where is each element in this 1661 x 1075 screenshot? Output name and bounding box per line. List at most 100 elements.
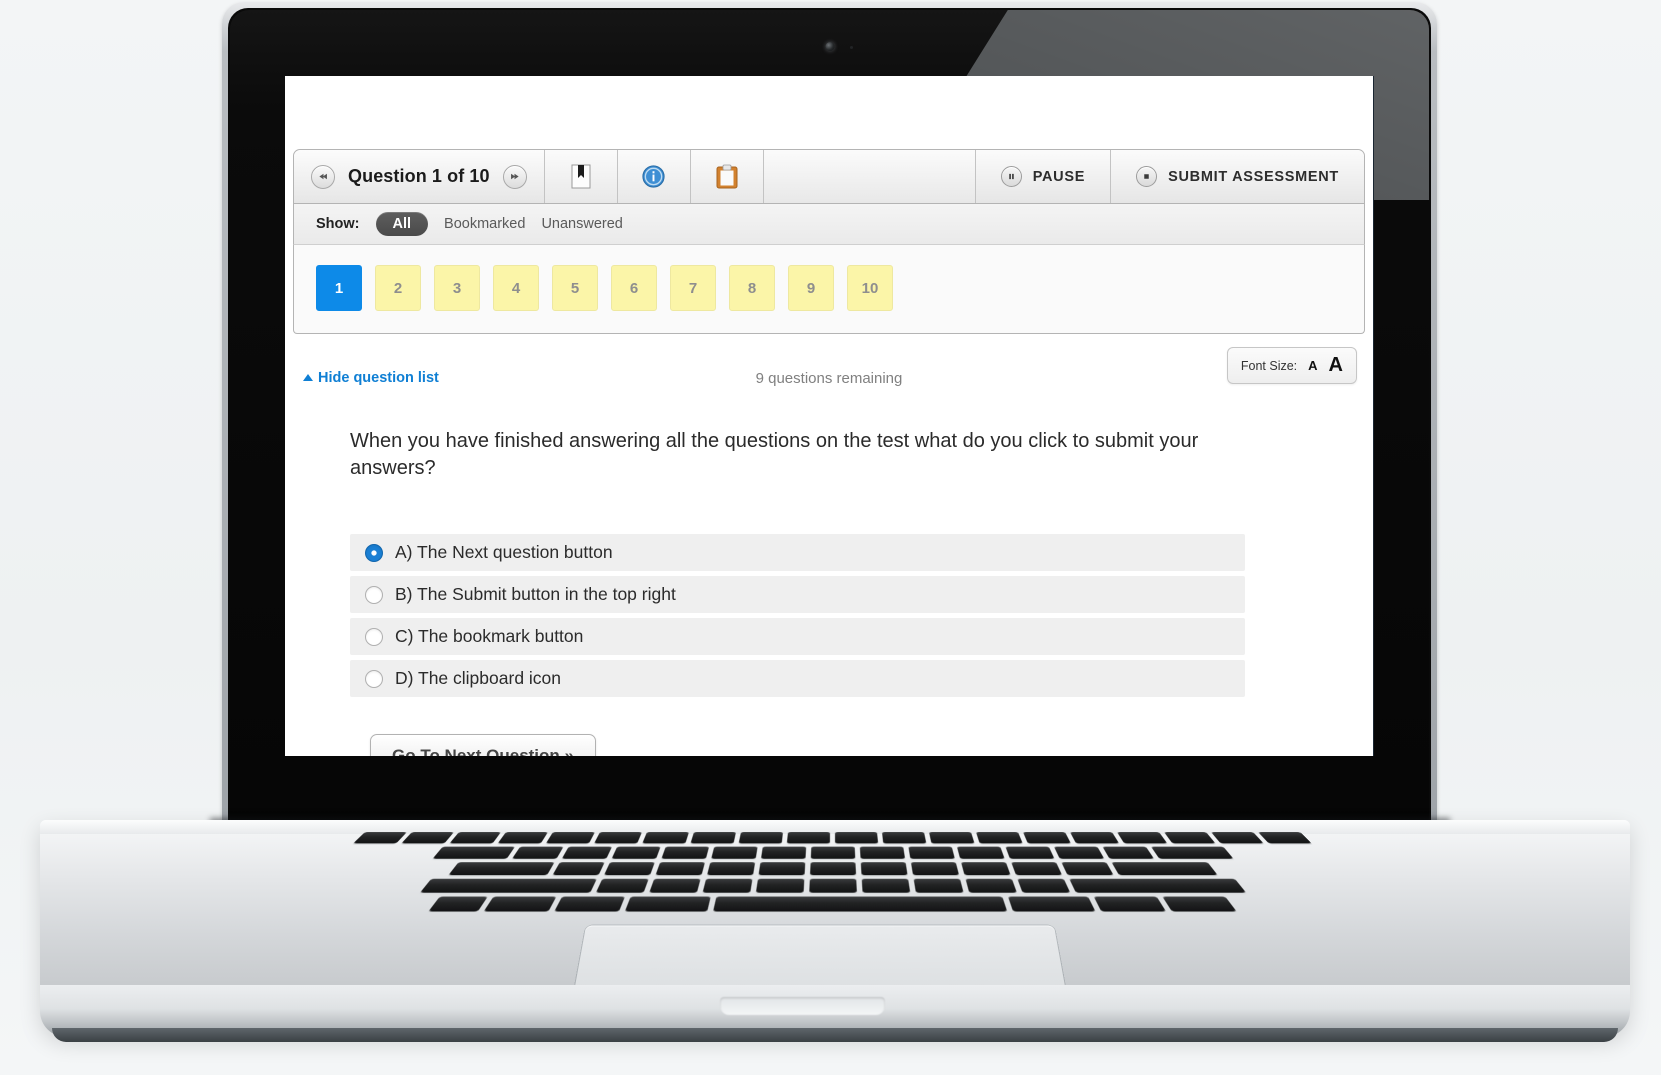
clipboard-icon [716, 164, 738, 188]
pause-icon [1000, 166, 1022, 187]
question-meta-row: Hide question list 9 questions remaining… [293, 347, 1365, 395]
key [706, 862, 755, 876]
bookmark-button[interactable] [544, 150, 618, 203]
question-tile[interactable]: 9 [788, 265, 834, 311]
assessment-toolbar-wrap: Question 1 of 10 PAUSE SUBMIT ASSESSMENT… [293, 149, 1365, 334]
question-tile[interactable]: 5 [552, 265, 598, 311]
info-button[interactable] [617, 150, 691, 203]
question-tile[interactable]: 6 [611, 265, 657, 311]
key [690, 832, 736, 844]
stop-glyph-icon [1144, 174, 1149, 179]
font-size-large-button[interactable]: A [1329, 354, 1343, 377]
answer-options-list: A) The Next question button B) The Submi… [350, 534, 1245, 702]
key [497, 832, 548, 844]
key [1162, 896, 1237, 912]
key [1016, 878, 1070, 893]
key [654, 862, 705, 876]
question-text: When you have finished answering all the… [350, 430, 1199, 480]
key [611, 846, 661, 859]
key [660, 846, 709, 859]
filter-bookmarked-button[interactable]: Bookmarked [444, 216, 525, 232]
submit-assessment-button[interactable]: SUBMIT ASSESSMENT [1111, 150, 1364, 203]
laptop-device: Question 1 of 10 PAUSE SUBMIT ASSESSMENT… [0, 0, 1661, 1075]
key [1258, 832, 1312, 844]
radio-icon[interactable] [365, 627, 383, 646]
keyboard-row [130, 896, 1536, 912]
key [760, 846, 806, 859]
question-tile[interactable]: 8 [729, 265, 775, 311]
question-tile[interactable]: 10 [847, 265, 893, 311]
key [976, 832, 1023, 844]
key [786, 832, 830, 844]
key [511, 846, 564, 859]
clipboard-button[interactable] [690, 150, 764, 203]
key [861, 878, 910, 893]
key [860, 862, 908, 876]
assessment-toolbar: Question 1 of 10 PAUSE SUBMIT ASSESSMENT [293, 149, 1365, 204]
key [755, 878, 804, 893]
spacebar-key [713, 896, 1008, 912]
answer-option-label: B) The Submit button in the top right [395, 584, 676, 604]
key [960, 862, 1011, 876]
pause-glyph-icon [1008, 173, 1014, 180]
key [1053, 846, 1104, 859]
key [809, 862, 856, 876]
question-counter-title: Question 1 of 10 [348, 166, 490, 186]
question-tile[interactable]: 7 [670, 265, 716, 311]
question-tile[interactable]: 4 [493, 265, 539, 311]
key [561, 846, 612, 859]
answer-option-label: A) The Next question button [395, 542, 613, 562]
key [1070, 832, 1120, 844]
answer-option-b[interactable]: B) The Submit button in the top right [350, 576, 1245, 613]
key [738, 832, 783, 844]
key [1164, 832, 1216, 844]
radio-icon[interactable] [365, 669, 383, 688]
key [907, 846, 955, 859]
keyboard-row [220, 832, 1445, 844]
font-size-control: Font Size: A A [1226, 347, 1357, 384]
answer-option-c[interactable]: C) The bookmark button [350, 618, 1245, 655]
question-tile-list: 1 2 3 4 5 6 7 8 9 10 [293, 245, 1365, 334]
font-size-small-button[interactable]: A [1308, 358, 1317, 373]
question-tile[interactable]: 3 [434, 265, 480, 311]
question-nav-group: Question 1 of 10 [294, 150, 545, 203]
key [710, 846, 758, 859]
key [449, 832, 501, 844]
radio-icon[interactable] [365, 585, 383, 604]
keyboard [130, 832, 1536, 912]
screenshot-stage: Question 1 of 10 PAUSE SUBMIT ASSESSMENT… [0, 0, 1661, 1075]
go-to-next-question-button[interactable]: Go To Next Question » [370, 734, 596, 756]
filter-bar: Show: All Bookmarked Unanswered [293, 204, 1365, 245]
keyboard-row [178, 862, 1487, 876]
keyboard-row [199, 846, 1465, 859]
answer-option-a[interactable]: A) The Next question button [350, 534, 1245, 571]
key [859, 846, 905, 859]
next-question-button[interactable] [502, 164, 527, 189]
key [1004, 846, 1054, 859]
filter-unanswered-button[interactable]: Unanswered [541, 216, 622, 232]
previous-question-button[interactable] [311, 164, 335, 189]
question-tile[interactable]: 2 [375, 265, 421, 311]
key [483, 896, 557, 912]
laptop-bottom-edge [52, 1028, 1618, 1042]
pause-label: PAUSE [1032, 168, 1086, 185]
filter-all-button[interactable]: All [375, 212, 429, 236]
key [648, 878, 701, 893]
keyboard-row [154, 878, 1510, 893]
pause-button[interactable]: PAUSE [975, 150, 1112, 203]
radio-icon[interactable] [365, 543, 383, 562]
key [432, 846, 515, 859]
key [545, 832, 595, 844]
stop-icon [1136, 166, 1158, 187]
key [964, 878, 1017, 893]
webcam-icon [825, 42, 834, 51]
answer-option-d[interactable]: D) The clipboard icon [350, 660, 1245, 697]
question-tile[interactable]: 1 [316, 265, 362, 311]
key [1007, 896, 1096, 912]
key [1150, 846, 1233, 859]
key [1117, 832, 1168, 844]
key [835, 832, 879, 844]
toolbar-spacer [763, 150, 976, 203]
key [353, 832, 407, 844]
key [1110, 862, 1218, 876]
